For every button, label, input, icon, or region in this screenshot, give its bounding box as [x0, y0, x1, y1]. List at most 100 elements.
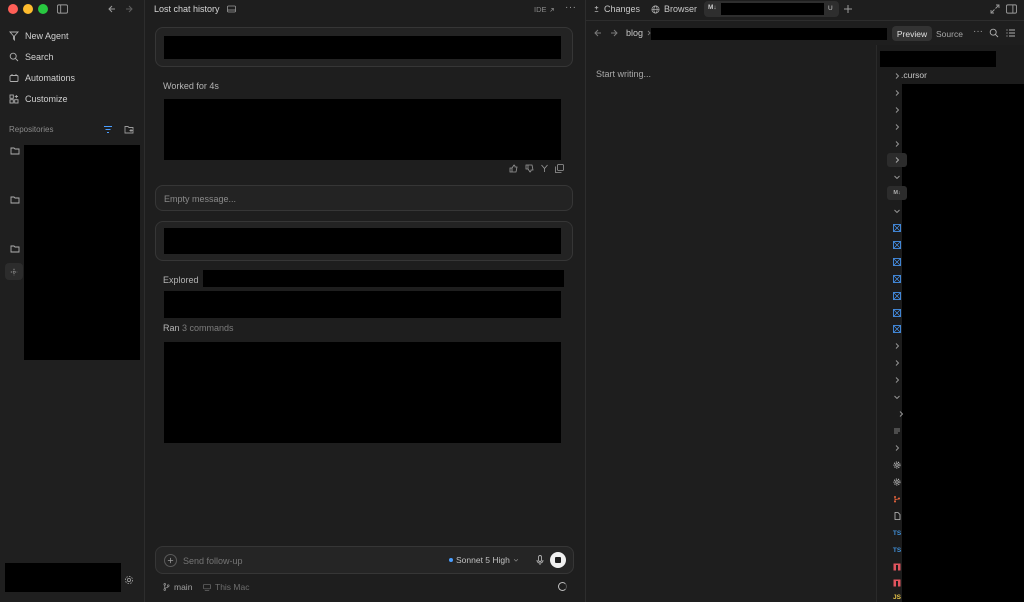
changes-tab[interactable]: Changes	[593, 4, 640, 14]
thumbs-down-icon[interactable]	[525, 164, 534, 173]
browser-tab[interactable]: Browser	[651, 4, 697, 14]
back-arrow-icon[interactable]	[593, 28, 603, 38]
image-file-icon[interactable]	[887, 272, 907, 286]
expand-icon[interactable]	[990, 4, 1000, 14]
nav-label: Automations	[25, 73, 76, 83]
composer: Sonnet 5 High	[155, 546, 574, 574]
chevron-right-icon[interactable]	[887, 137, 907, 151]
repositories-heading: Repositories	[9, 125, 54, 134]
markdown-badge: M↓	[708, 4, 717, 11]
stop-button[interactable]	[550, 552, 566, 568]
nav-automations[interactable]: Automations	[9, 70, 75, 86]
config-gear-icon[interactable]	[887, 475, 907, 489]
chevron-right-icon[interactable]	[887, 356, 907, 370]
filter-icon[interactable]	[103, 125, 113, 134]
minimize-window-button[interactable]	[23, 4, 33, 14]
close-window-button[interactable]	[8, 4, 18, 14]
add-attachment-icon[interactable]	[164, 554, 177, 567]
search-icon	[9, 52, 19, 62]
chevron-right-icon[interactable]	[887, 153, 907, 167]
image-file-icon[interactable]	[887, 238, 907, 252]
customize-icon	[9, 94, 19, 104]
redacted-command-output	[164, 342, 561, 443]
nav-customize[interactable]: Customize	[9, 91, 68, 107]
redacted-breadcrumb	[651, 28, 887, 40]
nav-new-agent[interactable]: New Agent	[9, 28, 69, 44]
agent-active-icon[interactable]	[5, 263, 23, 280]
typescript-file-icon[interactable]: TS	[887, 526, 907, 540]
search-icon[interactable]	[989, 28, 999, 38]
package-file-icon[interactable]	[887, 560, 907, 574]
redacted-account	[5, 563, 121, 592]
chevron-down-icon[interactable]	[887, 390, 907, 404]
image-file-icon[interactable]	[887, 289, 907, 303]
chat-panel: Lost chat history IDE ··· Worked for 4s …	[146, 0, 584, 602]
chevron-right-icon[interactable]	[891, 407, 911, 421]
ran-commands-label: Ran 3 commands	[163, 323, 234, 333]
typescript-file-icon[interactable]: TS	[887, 543, 907, 557]
folder-open-icon[interactable]	[10, 146, 20, 156]
empty-message-text: Empty message...	[164, 194, 237, 204]
computer-icon	[203, 583, 211, 591]
explored-label: Explored	[163, 275, 199, 285]
thumbs-up-icon[interactable]	[509, 164, 518, 173]
file-tab-active[interactable]: M↓ U	[704, 1, 839, 17]
forward-arrow-icon[interactable]	[124, 4, 134, 14]
microphone-icon[interactable]	[535, 555, 545, 566]
more-options-icon[interactable]: ···	[973, 26, 983, 37]
preview-label: Preview	[896, 28, 928, 39]
file-icon[interactable]	[887, 509, 907, 523]
source-toggle[interactable]: Source	[936, 29, 963, 39]
more-options-icon[interactable]: ···	[565, 2, 577, 13]
list-view-icon[interactable]	[1006, 28, 1016, 38]
folder-open-icon[interactable]	[10, 244, 20, 254]
location-selector[interactable]: This Mac	[203, 582, 249, 592]
archive-icon[interactable]	[227, 5, 236, 13]
diff-icon	[594, 5, 599, 13]
git-file-icon[interactable]	[887, 492, 907, 506]
chevron-right-icon[interactable]	[887, 103, 907, 117]
ide-link[interactable]: IDE	[534, 5, 555, 14]
nav-search[interactable]: Search	[9, 49, 54, 65]
chevron-right-icon[interactable]	[887, 86, 907, 100]
copy-icon[interactable]	[555, 164, 564, 173]
chevron-right-icon[interactable]	[887, 339, 907, 353]
javascript-file-icon[interactable]: JS	[887, 592, 907, 602]
toggle-panel-icon[interactable]	[1006, 4, 1017, 14]
settings-gear-icon[interactable]	[124, 575, 134, 585]
model-label: Sonnet 5 High	[456, 555, 510, 565]
image-file-icon[interactable]	[887, 255, 907, 269]
chevron-right-icon[interactable]	[887, 441, 907, 455]
model-status-dot	[449, 558, 453, 562]
chevron-down-icon[interactable]	[887, 204, 907, 218]
new-tab-icon[interactable]	[843, 4, 853, 14]
model-selector[interactable]: Sonnet 5 High	[449, 555, 519, 565]
context-ring-icon[interactable]	[558, 582, 567, 591]
redacted-repo-list	[24, 145, 140, 360]
chevron-right-icon[interactable]	[887, 373, 907, 387]
package-file-icon[interactable]	[887, 576, 907, 590]
followup-input[interactable]	[183, 553, 423, 568]
markdown-file-icon[interactable]: M↓	[887, 186, 907, 200]
folder-open-icon[interactable]	[10, 195, 20, 205]
branch-selector[interactable]: main	[163, 582, 192, 592]
add-folder-icon[interactable]	[124, 125, 134, 134]
toggle-sidebar-icon[interactable]	[57, 4, 68, 14]
editor-placeholder[interactable]: Start writing...	[596, 69, 651, 79]
image-file-icon[interactable]	[887, 306, 907, 320]
forward-arrow-icon[interactable]	[609, 28, 619, 38]
image-file-icon[interactable]	[887, 322, 907, 336]
text-file-icon[interactable]	[887, 424, 907, 438]
back-arrow-icon[interactable]	[107, 4, 117, 14]
preview-toggle[interactable]: Preview	[892, 26, 932, 41]
chevron-right-icon[interactable]	[887, 69, 907, 83]
config-gear-icon[interactable]	[887, 458, 907, 472]
chevron-right-icon[interactable]	[887, 120, 907, 134]
sidebar: New Agent Search Automations Customize R…	[0, 0, 145, 602]
empty-message-card[interactable]: Empty message...	[155, 185, 573, 211]
fork-icon[interactable]	[540, 164, 549, 173]
maximize-window-button[interactable]	[38, 4, 48, 14]
image-file-icon[interactable]	[887, 221, 907, 235]
chevron-down-icon[interactable]	[887, 170, 907, 184]
breadcrumb-root[interactable]: blog	[626, 28, 643, 38]
